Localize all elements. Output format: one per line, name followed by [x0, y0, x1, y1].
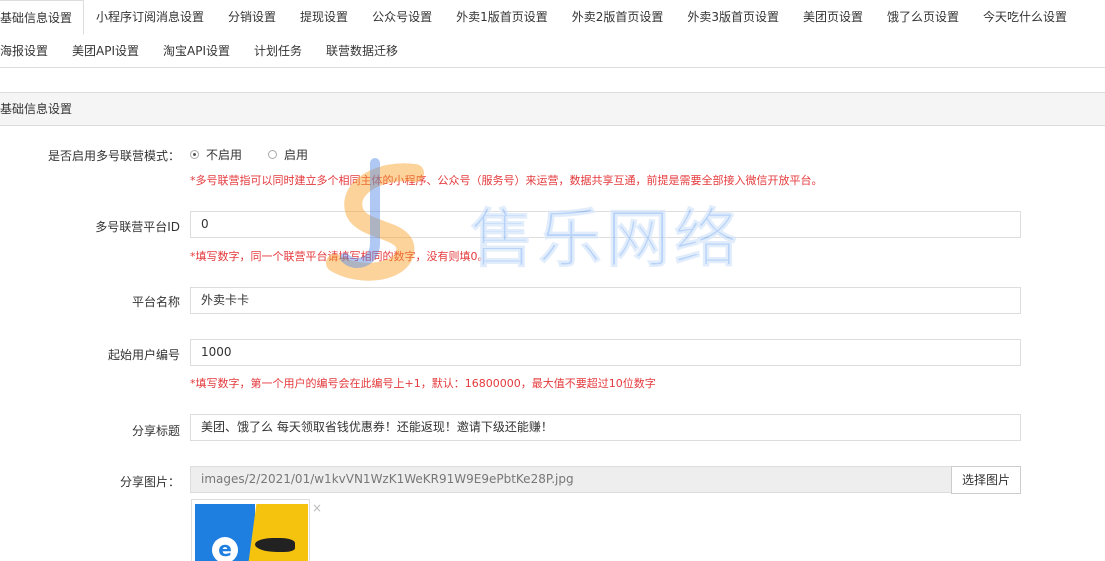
multi-mode-help: *多号联营指可以同时建立多个相同主体的小程序、公众号（服务号）来运营，数据共享互… [190, 174, 823, 187]
platform-id-input[interactable]: 0 [190, 211, 1021, 238]
tab-basic-info[interactable]: 基础信息设置 [0, 0, 85, 35]
platform-name-label: 平台名称 [131, 295, 180, 309]
tab-meituan-page[interactable]: 美团页设置 [791, 0, 875, 34]
tab-miniprogram-subscribe[interactable]: 小程序订阅消息设置 [84, 0, 216, 34]
platform-id-label: 多号联营平台ID [95, 220, 180, 234]
share-image-label: 分享图片： [119, 475, 180, 489]
panel-title: 基础信息设置 [0, 92, 1105, 126]
platform-name-input[interactable]: 外卖卡卡 [190, 287, 1021, 314]
tab-data-migration[interactable]: 联营数据迁移 [314, 34, 410, 68]
share-title-label: 分享标题 [131, 424, 180, 438]
kangaroo-icon [255, 538, 295, 552]
radio-icon-enabled-option[interactable] [268, 149, 278, 159]
tab-official-account[interactable]: 公众号设置 [360, 0, 444, 34]
multi-mode-label: 是否启用多号联营模式： [47, 149, 180, 163]
tab-poster[interactable]: 海报设置 [0, 34, 60, 68]
thumb-yellow-block [248, 504, 308, 561]
multi-mode-radio-group: 不启用 启用 [190, 146, 334, 162]
settings-tabs: 基础信息设置 小程序订阅消息设置 分销设置 提现设置 公众号设置 外卖1版首页设… [0, 0, 1105, 68]
radio-label-enabled[interactable]: 启用 [284, 146, 308, 163]
close-icon[interactable]: × [312, 501, 322, 515]
tab-scheduled-tasks[interactable]: 计划任务 [242, 34, 314, 68]
tab-takeout-v1-home[interactable]: 外卖1版首页设置 [444, 0, 560, 34]
tab-takeout-v2-home[interactable]: 外卖2版首页设置 [560, 0, 676, 34]
share-image-thumbnail: e [191, 499, 310, 561]
share-title-input[interactable]: 美团、饿了么 每天领取省钱优惠券！还能返现！邀请下级还能赚！ [190, 414, 1021, 441]
start-user-no-label: 起始用户编号 [107, 348, 180, 362]
tab-taobao-api[interactable]: 淘宝API设置 [151, 34, 242, 68]
tab-eleme-page[interactable]: 饿了么页设置 [875, 0, 971, 34]
start-user-no-help: *填写数字，第一个用户的编号会在此编号上+1，默认：16800000，最大值不要… [190, 377, 656, 390]
tab-distribution[interactable]: 分销设置 [216, 0, 288, 34]
start-user-no-input[interactable]: 1000 [190, 339, 1021, 366]
choose-image-button[interactable]: 选择图片 [951, 466, 1021, 494]
tab-withdraw[interactable]: 提现设置 [288, 0, 360, 34]
tab-meituan-api[interactable]: 美团API设置 [60, 34, 151, 68]
share-image-path-input[interactable]: images/2/2021/01/w1kvVN1WzK1WeKR91W9E9eP… [190, 466, 952, 493]
radio-icon-disabled-option[interactable] [190, 149, 199, 159]
eleme-logo-icon: e [212, 537, 238, 561]
platform-id-help: *填写数字，同一个联营平台请填写相同的数字，没有则填0。 [190, 250, 489, 263]
tab-row-2: 海报设置 美团API设置 淘宝API设置 计划任务 联营数据迁移 [0, 34, 1105, 68]
tab-what-to-eat[interactable]: 今天吃什么设置 [971, 0, 1079, 34]
tab-row-1: 基础信息设置 小程序订阅消息设置 分销设置 提现设置 公众号设置 外卖1版首页设… [0, 0, 1105, 35]
tab-takeout-v3-home[interactable]: 外卖3版首页设置 [675, 0, 791, 34]
radio-label-disabled[interactable]: 不启用 [206, 146, 242, 163]
